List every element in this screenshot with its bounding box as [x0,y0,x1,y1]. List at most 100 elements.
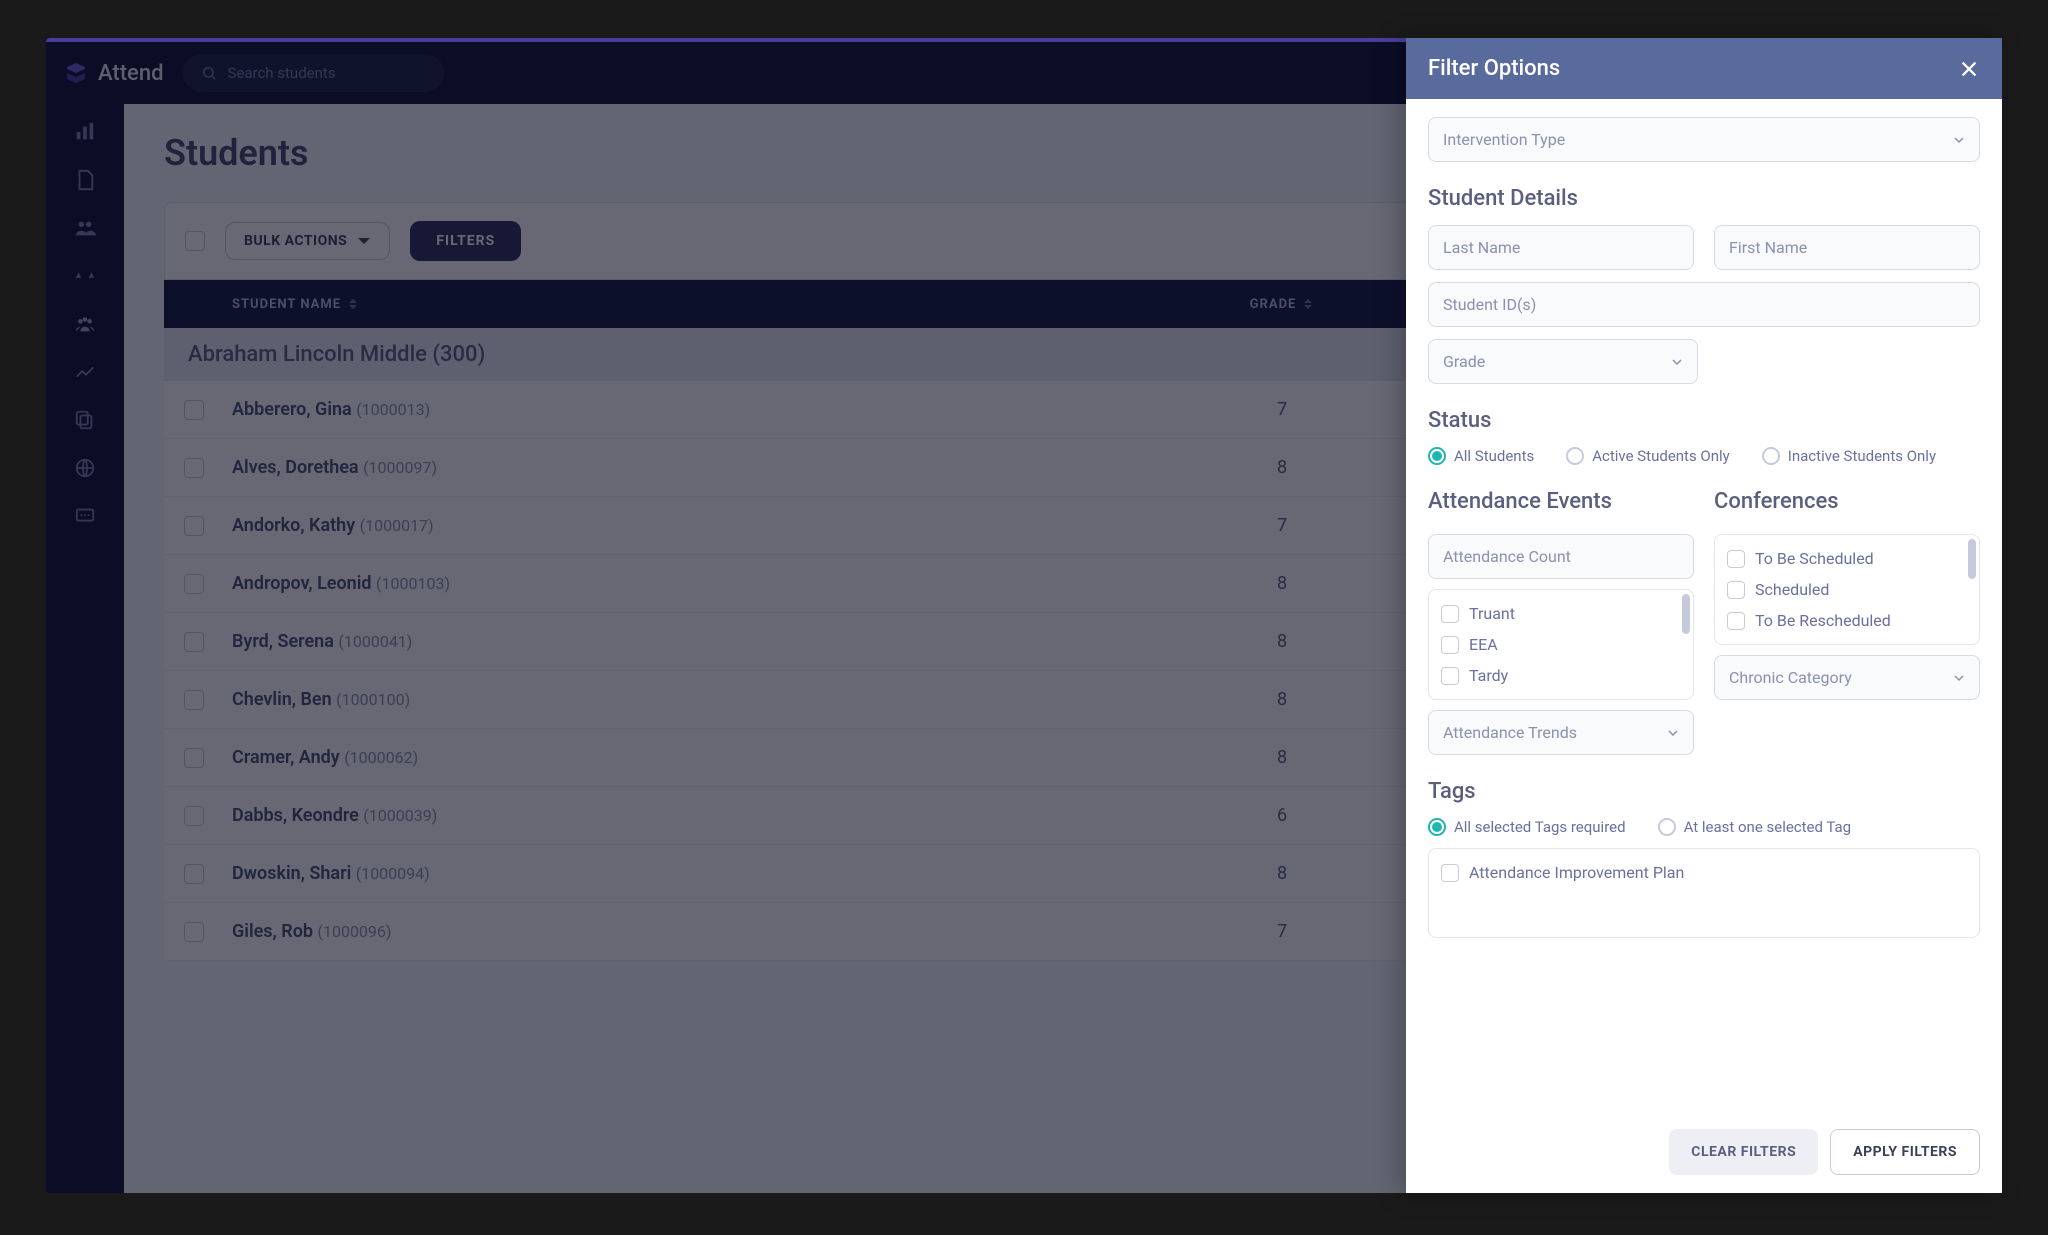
student-name[interactable]: Andropov, Leonid (1000103) [232,573,1202,594]
bulk-actions-label: BULK ACTIONS [244,233,347,249]
apply-filters-button[interactable]: APPLY FILTERS [1830,1129,1980,1175]
group-icon [74,313,96,335]
status-radio[interactable] [1566,447,1584,465]
grade-cell: 8 [1202,573,1362,594]
chevron-down-icon [1667,727,1679,739]
chevron-down-icon [1671,356,1683,368]
attendance-trends-select[interactable]: Attendance Trends [1428,710,1694,755]
doc-icon [74,169,96,191]
chronic-category-select[interactable]: Chronic Category [1714,655,1980,700]
student-name[interactable]: Dabbs, Keondre (1000039) [232,805,1202,826]
checklist-item[interactable]: To Be Rescheduled [1723,605,1971,636]
grade-cell: 6 [1202,805,1362,826]
checklist-item[interactable]: EEA [1437,629,1685,660]
conferences-title: Conferences [1714,489,1980,514]
grade-select[interactable]: Grade [1428,339,1698,384]
status-radio[interactable] [1762,447,1780,465]
student-name[interactable]: Dwoskin, Shari (1000094) [232,863,1202,884]
status-radio-label: Inactive Students Only [1788,447,1936,465]
chat-icon [74,505,96,527]
checklist-label: To Be Rescheduled [1755,611,1891,630]
student-name[interactable]: Giles, Rob (1000096) [232,921,1202,942]
checkbox[interactable] [1727,612,1745,630]
row-checkbox[interactable] [184,632,204,652]
last-name-field[interactable] [1428,225,1694,270]
row-checkbox[interactable] [184,458,204,478]
tags-list[interactable]: Attendance Improvement Plan [1428,848,1980,938]
sidebar-item-copy[interactable] [55,400,115,440]
checklist-item[interactable]: Attendance Improvement Plan [1437,857,1971,888]
filters-button[interactable]: FILTERS [410,221,521,261]
checklist-label: Scheduled [1755,580,1829,599]
status-radio-label: Active Students Only [1592,447,1730,465]
status-title: Status [1428,408,1980,433]
student-name[interactable]: Abberero, Gina (1000013) [232,399,1202,420]
student-name[interactable]: Byrd, Serena (1000041) [232,631,1202,652]
sidebar-item-people[interactable] [55,208,115,248]
logo-icon [64,61,88,85]
grade-cell: 8 [1202,457,1362,478]
row-checkbox[interactable] [184,400,204,420]
grade-cell: 8 [1202,863,1362,884]
select-all-checkbox[interactable] [185,231,205,251]
checkbox[interactable] [1727,550,1745,568]
attendance-events-list[interactable]: Truant EEATardy [1428,589,1694,700]
checklist-item[interactable]: Tardy [1437,660,1685,691]
checklist-item[interactable]: Scheduled [1723,574,1971,605]
app-name: Attend [98,61,163,86]
checklist-item[interactable]: Truant [1437,598,1685,629]
row-checkbox[interactable] [184,864,204,884]
sidebar-item-scales[interactable] [55,256,115,296]
scrollbar[interactable] [1682,594,1690,634]
sidebar-item-chart[interactable] [55,112,115,152]
search-input[interactable] [227,64,426,82]
close-icon[interactable] [1958,58,1980,80]
search-box[interactable] [183,54,444,92]
people-icon [74,217,96,239]
tags-mode-radio[interactable] [1658,818,1676,836]
row-checkbox[interactable] [184,806,204,826]
checkbox[interactable] [1441,667,1459,685]
attendance-count-field[interactable] [1428,534,1694,579]
row-checkbox[interactable] [184,516,204,536]
scrollbar[interactable] [1968,539,1976,579]
checkbox[interactable] [1441,605,1459,623]
student-name[interactable]: Cramer, Andy (1000062) [232,747,1202,768]
status-radio-group: All StudentsActive Students OnlyInactive… [1428,447,1980,465]
row-checkbox[interactable] [184,690,204,710]
student-name[interactable]: Andorko, Kathy (1000017) [232,515,1202,536]
checkbox[interactable] [1441,636,1459,654]
intervention-type-select[interactable]: Intervention Type [1428,117,1980,162]
filter-panel-footer: CLEAR FILTERS APPLY FILTERS [1406,1111,2002,1193]
sidebar-item-trend[interactable] [55,352,115,392]
sidebar-item-group[interactable] [55,304,115,344]
student-details-title: Student Details [1428,186,1980,211]
row-checkbox[interactable] [184,748,204,768]
col-student-name[interactable]: STUDENT NAME [232,297,1202,312]
tags-mode-radio-label: All selected Tags required [1454,818,1626,836]
status-radio[interactable] [1428,447,1446,465]
sidebar-item-doc[interactable] [55,160,115,200]
chevron-down-icon [357,236,371,246]
sidebar-item-chat[interactable] [55,496,115,536]
row-checkbox[interactable] [184,922,204,942]
checkbox[interactable] [1441,864,1459,882]
first-name-field[interactable] [1714,225,1980,270]
bulk-actions-button[interactable]: BULK ACTIONS [225,222,390,260]
checkbox[interactable] [1727,581,1745,599]
student-id-field[interactable] [1428,282,1980,327]
trend-icon [74,361,96,383]
col-grade[interactable]: GRADE [1202,297,1362,312]
checklist-item[interactable]: To Be Scheduled [1723,543,1971,574]
grade-cell: 8 [1202,631,1362,652]
student-name[interactable]: Chevlin, Ben (1000100) [232,689,1202,710]
sidebar-item-globe[interactable] [55,448,115,488]
tags-mode-radio[interactable] [1428,818,1446,836]
clear-filters-button[interactable]: CLEAR FILTERS [1669,1129,1818,1175]
row-checkbox[interactable] [184,574,204,594]
grade-cell: 7 [1202,515,1362,536]
checklist-label: Truant [1469,604,1515,623]
chevron-down-icon [1953,134,1965,146]
student-name[interactable]: Alves, Dorethea (1000097) [232,457,1202,478]
conferences-list[interactable]: To Be Scheduled Scheduled To Be Reschedule… [1714,534,1980,645]
